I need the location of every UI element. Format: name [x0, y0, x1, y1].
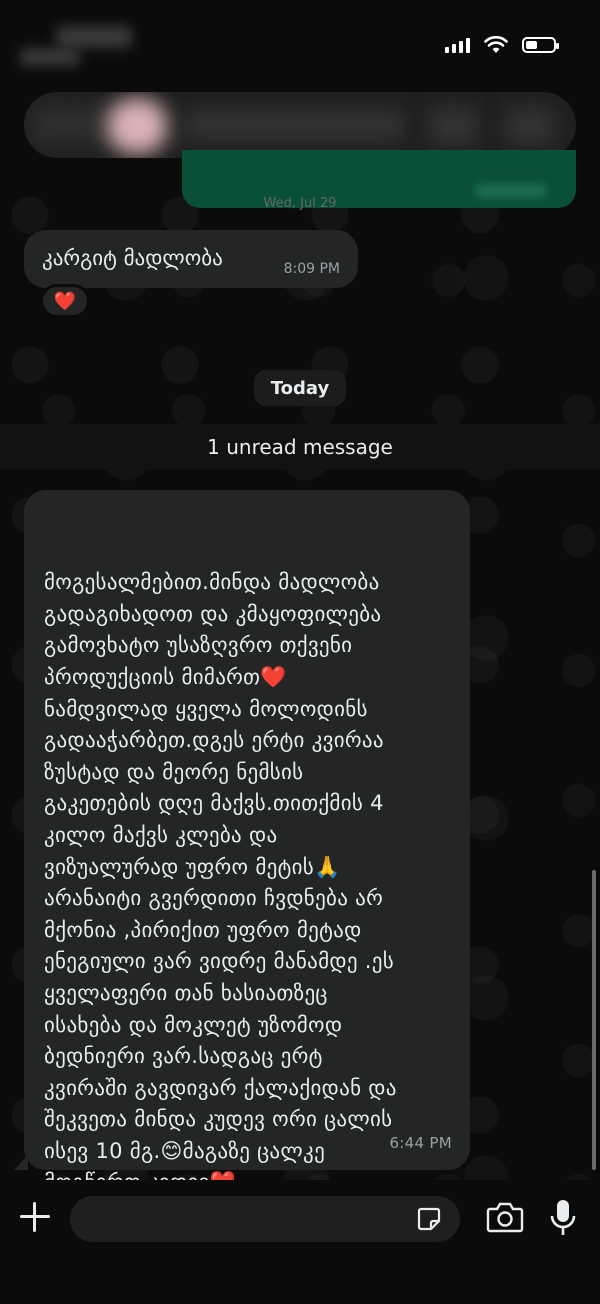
status-icons	[445, 36, 559, 54]
signal-icon	[445, 37, 470, 53]
day-separator: Today	[254, 370, 346, 406]
message-time: 8:09 PM	[283, 261, 340, 277]
camera-icon[interactable]	[486, 1200, 524, 1234]
incoming-message-bubble[interactable]: მოგესალმებით.მინდა მადლობა გადაგიხადოთ დ…	[14, 490, 470, 1194]
sticker-icon[interactable]	[416, 1206, 442, 1232]
date-separator-faint: Wed, Jul 29	[263, 196, 337, 211]
wifi-icon	[484, 36, 508, 53]
back-button[interactable]	[32, 106, 102, 144]
message-text: მოგესალმებით.მინდა მადლობა გადაგიხადოთ დ…	[44, 570, 397, 1194]
contact-name-redacted[interactable]	[184, 110, 404, 140]
unread-messages-banner: 1 unread message	[0, 424, 600, 470]
status-bar	[0, 0, 600, 90]
scrollbar[interactable]	[592, 870, 596, 1170]
message-input[interactable]	[70, 1196, 460, 1242]
status-time-redacted	[56, 26, 132, 48]
avatar[interactable]	[106, 98, 168, 154]
video-call-icon[interactable]	[429, 108, 477, 144]
incoming-message-bubble[interactable]: კარგიტ მადლობა 8:09 PM	[24, 230, 358, 288]
plus-icon[interactable]	[18, 1200, 52, 1234]
battery-icon	[522, 37, 559, 53]
status-carrier-redacted	[20, 48, 80, 66]
microphone-icon[interactable]	[548, 1198, 578, 1238]
message-time: 6:44 PM	[389, 1134, 452, 1153]
message-text: კარგიტ მადლობა	[42, 246, 223, 270]
bubble-tail	[14, 1154, 28, 1170]
phone-call-icon[interactable]	[506, 108, 554, 144]
chat-header[interactable]	[24, 92, 576, 158]
heart-reaction[interactable]: ❤️	[40, 284, 90, 318]
heart-icon: ❤️	[53, 290, 77, 312]
